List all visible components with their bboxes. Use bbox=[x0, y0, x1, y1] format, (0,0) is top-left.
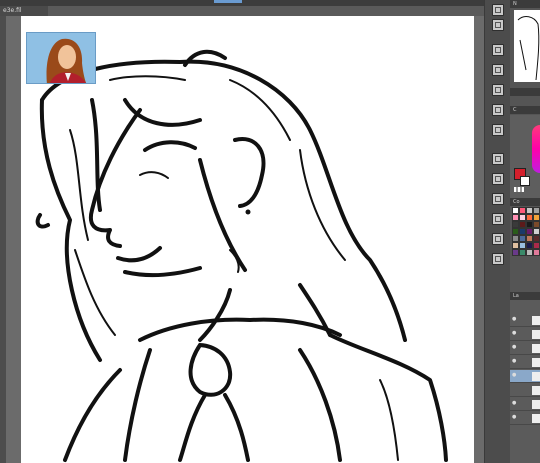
layer-list: ● ● ● ● ● ● ● bbox=[510, 300, 540, 463]
pen-tool-icon[interactable] bbox=[492, 153, 504, 165]
palette-swatch[interactable] bbox=[519, 207, 526, 214]
eye-icon[interactable]: ● bbox=[512, 373, 518, 378]
palette-swatch[interactable] bbox=[526, 242, 533, 249]
navigator-panel-header[interactable]: N bbox=[510, 0, 540, 8]
palette-swatch[interactable] bbox=[519, 221, 526, 228]
layer-thumbnail bbox=[532, 344, 540, 353]
palette-swatch[interactable] bbox=[533, 242, 540, 249]
eye-icon[interactable]: ● bbox=[512, 345, 518, 350]
navigator-thumbnail-image bbox=[517, 16, 540, 81]
palette-swatch[interactable] bbox=[526, 214, 533, 221]
palette-swatch[interactable] bbox=[519, 235, 526, 242]
palette-swatch[interactable] bbox=[533, 214, 540, 221]
eye-icon[interactable]: ● bbox=[512, 359, 518, 364]
palette-swatch[interactable] bbox=[512, 221, 519, 228]
palette-swatch[interactable] bbox=[512, 207, 519, 214]
title-bar bbox=[0, 0, 540, 6]
palette-swatch[interactable] bbox=[519, 214, 526, 221]
active-window-accent bbox=[214, 0, 242, 3]
layer-row[interactable]: ● bbox=[510, 356, 540, 369]
palette-swatch[interactable] bbox=[512, 214, 519, 221]
palette-swatch[interactable] bbox=[533, 207, 540, 214]
layer-row[interactable]: ● bbox=[510, 328, 540, 341]
document-tab[interactable]: e3e.fil bbox=[0, 6, 48, 16]
color-set-palette bbox=[512, 207, 540, 287]
palette-swatch[interactable] bbox=[519, 242, 526, 249]
right-panel-dock: N C Co La ● ● ● ● ● ● ● bbox=[510, 0, 540, 463]
tool-palette bbox=[484, 0, 510, 463]
character-portrait-image bbox=[27, 33, 95, 83]
layer-panel-header[interactable]: La bbox=[510, 292, 540, 300]
layer-row[interactable] bbox=[510, 384, 540, 397]
layer-row[interactable]: ● bbox=[510, 412, 540, 425]
selection-tool-icon[interactable] bbox=[492, 84, 504, 96]
palette-swatch[interactable] bbox=[512, 249, 519, 256]
palette-swatch[interactable] bbox=[512, 228, 519, 235]
palette-swatch[interactable] bbox=[533, 228, 540, 235]
eyedropper-tool-icon[interactable] bbox=[492, 124, 504, 136]
palette-swatch[interactable] bbox=[533, 249, 540, 256]
eye-icon[interactable]: ● bbox=[512, 317, 518, 322]
palette-swatch[interactable] bbox=[519, 228, 526, 235]
palette-swatch[interactable] bbox=[526, 228, 533, 235]
airbrush-tool-icon[interactable] bbox=[492, 213, 504, 225]
sub-color-swatch[interactable] bbox=[520, 176, 530, 186]
palette-swatch[interactable] bbox=[526, 207, 533, 214]
brush-tool-icon[interactable] bbox=[492, 193, 504, 205]
canvas-area[interactable] bbox=[6, 16, 484, 463]
navigator-controls[interactable] bbox=[510, 88, 540, 96]
reference-image-thumbnail[interactable] bbox=[26, 32, 96, 84]
layer-thumbnail bbox=[532, 316, 540, 325]
color-panel-header[interactable]: C bbox=[510, 106, 540, 114]
palette-swatch[interactable] bbox=[526, 235, 533, 242]
layer-row[interactable]: ● bbox=[510, 370, 540, 383]
palette-swatch[interactable] bbox=[512, 235, 519, 242]
color-set-panel-header[interactable]: Co bbox=[510, 198, 540, 206]
zoom-tool-icon[interactable] bbox=[492, 19, 504, 31]
layer-row[interactable]: ● bbox=[510, 342, 540, 355]
navigator-preview[interactable] bbox=[514, 10, 540, 82]
color-wheel[interactable] bbox=[532, 125, 540, 173]
lasso-tool-icon[interactable] bbox=[492, 104, 504, 116]
palette-swatch[interactable] bbox=[512, 242, 519, 249]
eraser-tool-icon[interactable] bbox=[492, 253, 504, 265]
hand-tool-icon[interactable] bbox=[492, 4, 504, 16]
pencil-tool-icon[interactable] bbox=[492, 173, 504, 185]
layer-row[interactable]: ● bbox=[510, 314, 540, 327]
eye-icon[interactable]: ● bbox=[512, 401, 518, 406]
layer-row[interactable]: ● bbox=[510, 398, 540, 411]
transparent-color-swatch[interactable] bbox=[514, 187, 524, 192]
move-layer-icon[interactable] bbox=[492, 64, 504, 76]
layer-thumbnail bbox=[532, 400, 540, 409]
eye-icon[interactable] bbox=[512, 387, 518, 392]
layer-thumbnail bbox=[532, 372, 540, 381]
layer-thumbnail bbox=[532, 386, 540, 395]
palette-swatch[interactable] bbox=[533, 221, 540, 228]
palette-swatch[interactable] bbox=[519, 249, 526, 256]
eye-icon[interactable]: ● bbox=[512, 415, 518, 420]
palette-swatch[interactable] bbox=[526, 221, 533, 228]
layer-thumbnail bbox=[532, 330, 540, 339]
layer-thumbnail bbox=[532, 358, 540, 367]
eye-icon[interactable]: ● bbox=[512, 331, 518, 336]
palette-swatch[interactable] bbox=[533, 235, 540, 242]
layer-thumbnail bbox=[532, 414, 540, 423]
decoration-tool-icon[interactable] bbox=[492, 233, 504, 245]
operation-tool-icon[interactable] bbox=[492, 44, 504, 56]
palette-swatch[interactable] bbox=[526, 249, 533, 256]
